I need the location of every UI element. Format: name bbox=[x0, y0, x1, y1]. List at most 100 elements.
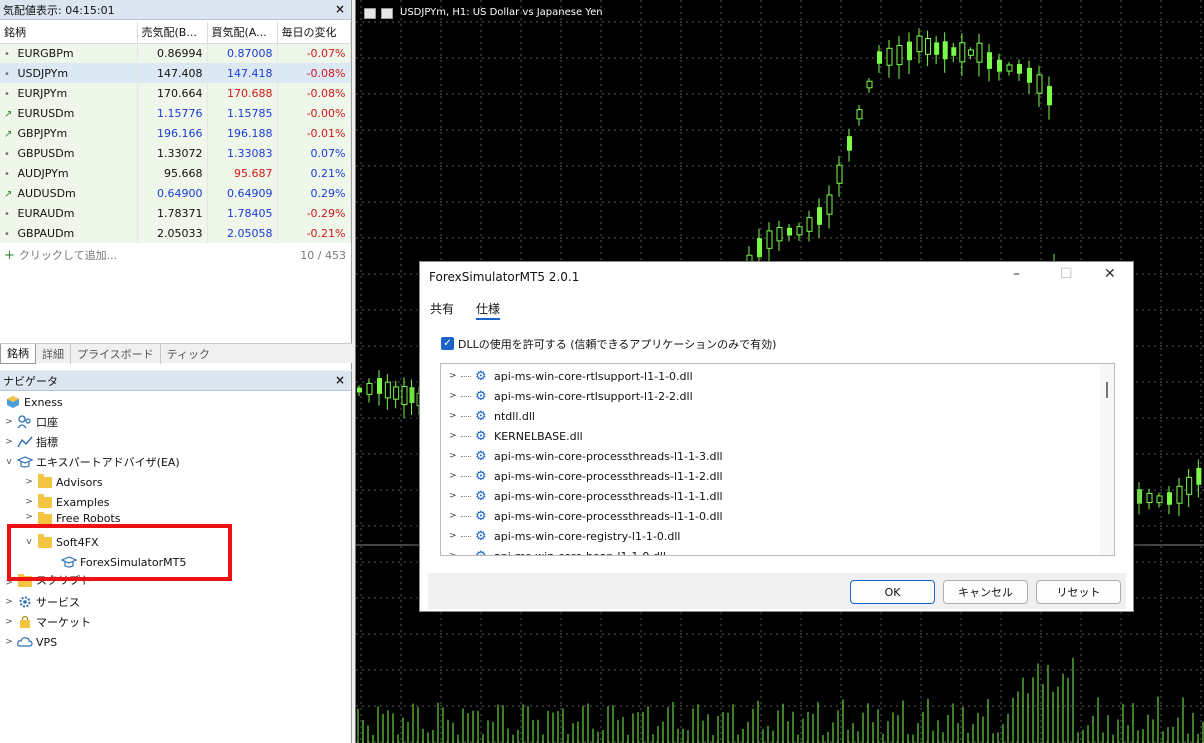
dependency-item[interactable]: > ⚙ api-ms-win-core-registry-l1-1-0.dll bbox=[441, 526, 680, 546]
dependency-item[interactable]: > ⚙ api-ms-win-core-processthreads-l1-1-3.… bbox=[441, 446, 723, 466]
tree-item-services[interactable]: > サービス bbox=[4, 592, 80, 612]
plus-icon: + bbox=[4, 247, 15, 263]
dependency-scrollbar[interactable] bbox=[1100, 364, 1114, 555]
minimize-icon[interactable]: – bbox=[1013, 266, 1020, 282]
market-watch-header-row: 銘柄 売気配(B... 買気配(A... 毎日の変化 bbox=[0, 22, 351, 44]
close-icon[interactable]: ✕ bbox=[1104, 266, 1116, 282]
column-header-ask[interactable]: 買気配(A... bbox=[207, 22, 278, 44]
chevron-right-icon[interactable]: > bbox=[449, 411, 461, 421]
chevron-right-icon[interactable]: > bbox=[4, 637, 14, 647]
symbol-cell: ↗ GBPJPYm bbox=[0, 123, 138, 143]
tree-item-advisors[interactable]: > Advisors bbox=[24, 472, 103, 492]
chevron-right-icon[interactable]: > bbox=[449, 511, 461, 521]
chevron-right-icon[interactable]: > bbox=[24, 477, 34, 487]
dependency-item[interactable]: > ⚙ api-ms-win-core-processthreads-l1-1-1.… bbox=[441, 486, 723, 506]
symbol-cell: • EURGBPm bbox=[0, 43, 138, 63]
chevron-right-icon[interactable]: > bbox=[24, 512, 34, 522]
symbol-row[interactable]: ↗ EURUSDm 1.15776 1.15785 -0.00% bbox=[0, 103, 351, 123]
cloud-icon bbox=[17, 635, 33, 649]
symbol-row[interactable]: • EURAUDm 1.78371 1.78405 -0.29% bbox=[0, 203, 351, 223]
bid-cell-text: 1.33072 bbox=[157, 146, 203, 160]
chevron-right-icon[interactable]: > bbox=[449, 531, 461, 541]
chevron-right-icon[interactable]: > bbox=[4, 617, 14, 627]
symbol-row[interactable]: • USDJPYm 147.408 147.418 -0.08% bbox=[0, 63, 351, 83]
tab-common[interactable]: 共有 bbox=[430, 300, 454, 320]
dependency-item[interactable]: > ⚙ api-ms-win-core-rtlsupport-l1-2-2.dll bbox=[441, 386, 693, 406]
change-cell-text: -0.21% bbox=[306, 226, 346, 240]
tree-item-market[interactable]: > マーケット bbox=[4, 612, 91, 632]
chevron-right-icon[interactable]: > bbox=[449, 451, 461, 461]
symbol-row[interactable]: • EURJPYm 170.664 170.688 -0.08% bbox=[0, 83, 351, 103]
symbol-cell: • GBPUSDm bbox=[0, 143, 138, 163]
chevron-right-icon[interactable]: > bbox=[449, 551, 461, 555]
dependency-item[interactable]: > ⚙ api-ms-win-core-heap-l1-1-0.dll bbox=[441, 546, 666, 556]
tree-connector bbox=[461, 515, 471, 517]
ask-cell-text: 1.78405 bbox=[227, 206, 273, 220]
tree-item-vps[interactable]: > VPS bbox=[4, 632, 57, 652]
chevron-right-icon[interactable]: > bbox=[4, 437, 14, 447]
allow-dll-checkbox[interactable]: ✓ bbox=[441, 337, 454, 350]
chevron-right-icon[interactable]: > bbox=[24, 497, 34, 507]
symbol-row[interactable]: • AUDJPYm 95.668 95.687 0.21% bbox=[0, 163, 351, 183]
tree-label-experts: エキスパートアドバイザ(EA) bbox=[36, 456, 180, 469]
ok-button[interactable]: OK bbox=[850, 580, 935, 604]
ask-cell-text: 95.687 bbox=[234, 166, 273, 180]
add-symbol-row[interactable]: + クリックして追加... 10 / 453 bbox=[0, 246, 350, 264]
tab-dependencies[interactable]: 仕様 bbox=[476, 300, 501, 320]
symbol-cell: • AUDJPYm bbox=[0, 163, 138, 183]
tab-ticks[interactable]: ティック bbox=[161, 344, 216, 364]
tree-item-free-robots[interactable]: > Free Robots bbox=[24, 512, 120, 524]
column-header-symbol[interactable]: 銘柄 bbox=[0, 22, 138, 44]
tree-item-broker[interactable]: Exness bbox=[2, 392, 63, 412]
dependency-item[interactable]: > ⚙ ntdll.dll bbox=[441, 406, 535, 426]
chevron-right-icon[interactable]: > bbox=[449, 471, 461, 481]
tree-item-accounts[interactable]: > 口座 bbox=[4, 412, 58, 432]
tab-symbols[interactable]: 銘柄 bbox=[0, 343, 36, 364]
gear-icon: ⚙ bbox=[475, 508, 487, 524]
chevron-right-icon[interactable]: > bbox=[449, 391, 461, 401]
bid-cell-text: 95.668 bbox=[164, 166, 203, 180]
symbol-row[interactable]: ↗ AUDUSDm 0.64900 0.64909 0.29% bbox=[0, 183, 351, 203]
trend-up-icon: ↗ bbox=[4, 108, 13, 120]
chevron-right-icon[interactable]: > bbox=[4, 417, 14, 427]
dependency-tree[interactable]: > ⚙ api-ms-win-core-rtlsupport-l1-1-0.dll >… bbox=[440, 363, 1115, 556]
chevron-down-icon[interactable]: v bbox=[4, 457, 14, 467]
dependency-item[interactable]: > ⚙ KERNELBASE.dll bbox=[441, 426, 583, 446]
change-cell-text: 0.07% bbox=[310, 146, 346, 160]
tree-item-experts[interactable]: v エキスパートアドバイザ(EA) bbox=[4, 452, 180, 472]
symbol-cell-text: EURAUDm bbox=[17, 206, 75, 220]
cancel-button[interactable]: キャンセル bbox=[943, 580, 1028, 604]
dependency-item[interactable]: > ⚙ api-ms-win-core-processthreads-l1-1-0.… bbox=[441, 506, 723, 526]
reset-button[interactable]: リセット bbox=[1036, 580, 1121, 604]
tree-connector bbox=[461, 395, 471, 397]
tree-item-indicators[interactable]: > 指標 bbox=[4, 432, 58, 452]
tree-connector bbox=[461, 375, 471, 377]
dependency-name: api-ms-win-core-heap-l1-1-0.dll bbox=[494, 549, 666, 556]
dependency-name: api-ms-win-core-processthreads-l1-1-3.dl… bbox=[494, 449, 723, 463]
chevron-right-icon[interactable]: > bbox=[4, 597, 14, 607]
symbol-row[interactable]: • EURGBPm 0.86994 0.87008 -0.07% bbox=[0, 43, 351, 63]
column-header-change[interactable]: 毎日の変化 bbox=[277, 22, 351, 44]
tree-item-examples[interactable]: > Examples bbox=[24, 492, 109, 512]
chevron-right-icon[interactable]: > bbox=[449, 491, 461, 501]
chart-trade-icon[interactable] bbox=[381, 8, 393, 19]
chevron-right-icon[interactable]: > bbox=[449, 431, 461, 441]
chart-menu-icon[interactable] bbox=[364, 8, 376, 19]
column-header-bid[interactable]: 売気配(B... bbox=[137, 22, 208, 44]
scrollbar-thumb[interactable] bbox=[1106, 382, 1108, 398]
bid-cell: 2.05033 bbox=[137, 223, 208, 243]
dialog-footer: OK キャンセル リセット bbox=[428, 573, 1126, 609]
symbol-row[interactable]: • GBPUSDm 1.33072 1.33083 0.07% bbox=[0, 143, 351, 163]
dependency-item[interactable]: > ⚙ api-ms-win-core-processthreads-l1-1-2.… bbox=[441, 466, 723, 486]
navigator-close-icon[interactable]: × bbox=[335, 373, 345, 387]
dependency-name: api-ms-win-core-processthreads-l1-1-2.dl… bbox=[494, 469, 723, 483]
tab-price-board[interactable]: プライスボード bbox=[71, 343, 161, 364]
bid-cell: 196.166 bbox=[137, 123, 208, 143]
tab-details[interactable]: 詳細 bbox=[36, 343, 71, 364]
symbol-row[interactable]: • GBPAUDm 2.05033 2.05058 -0.21% bbox=[0, 223, 351, 243]
bid-cell: 170.664 bbox=[137, 83, 208, 103]
symbol-row[interactable]: ↗ GBPJPYm 196.166 196.188 -0.01% bbox=[0, 123, 351, 143]
market-watch-close-icon[interactable]: × bbox=[335, 2, 345, 16]
chevron-right-icon[interactable]: > bbox=[449, 371, 461, 381]
dependency-item[interactable]: > ⚙ api-ms-win-core-rtlsupport-l1-1-0.dll bbox=[441, 366, 693, 386]
